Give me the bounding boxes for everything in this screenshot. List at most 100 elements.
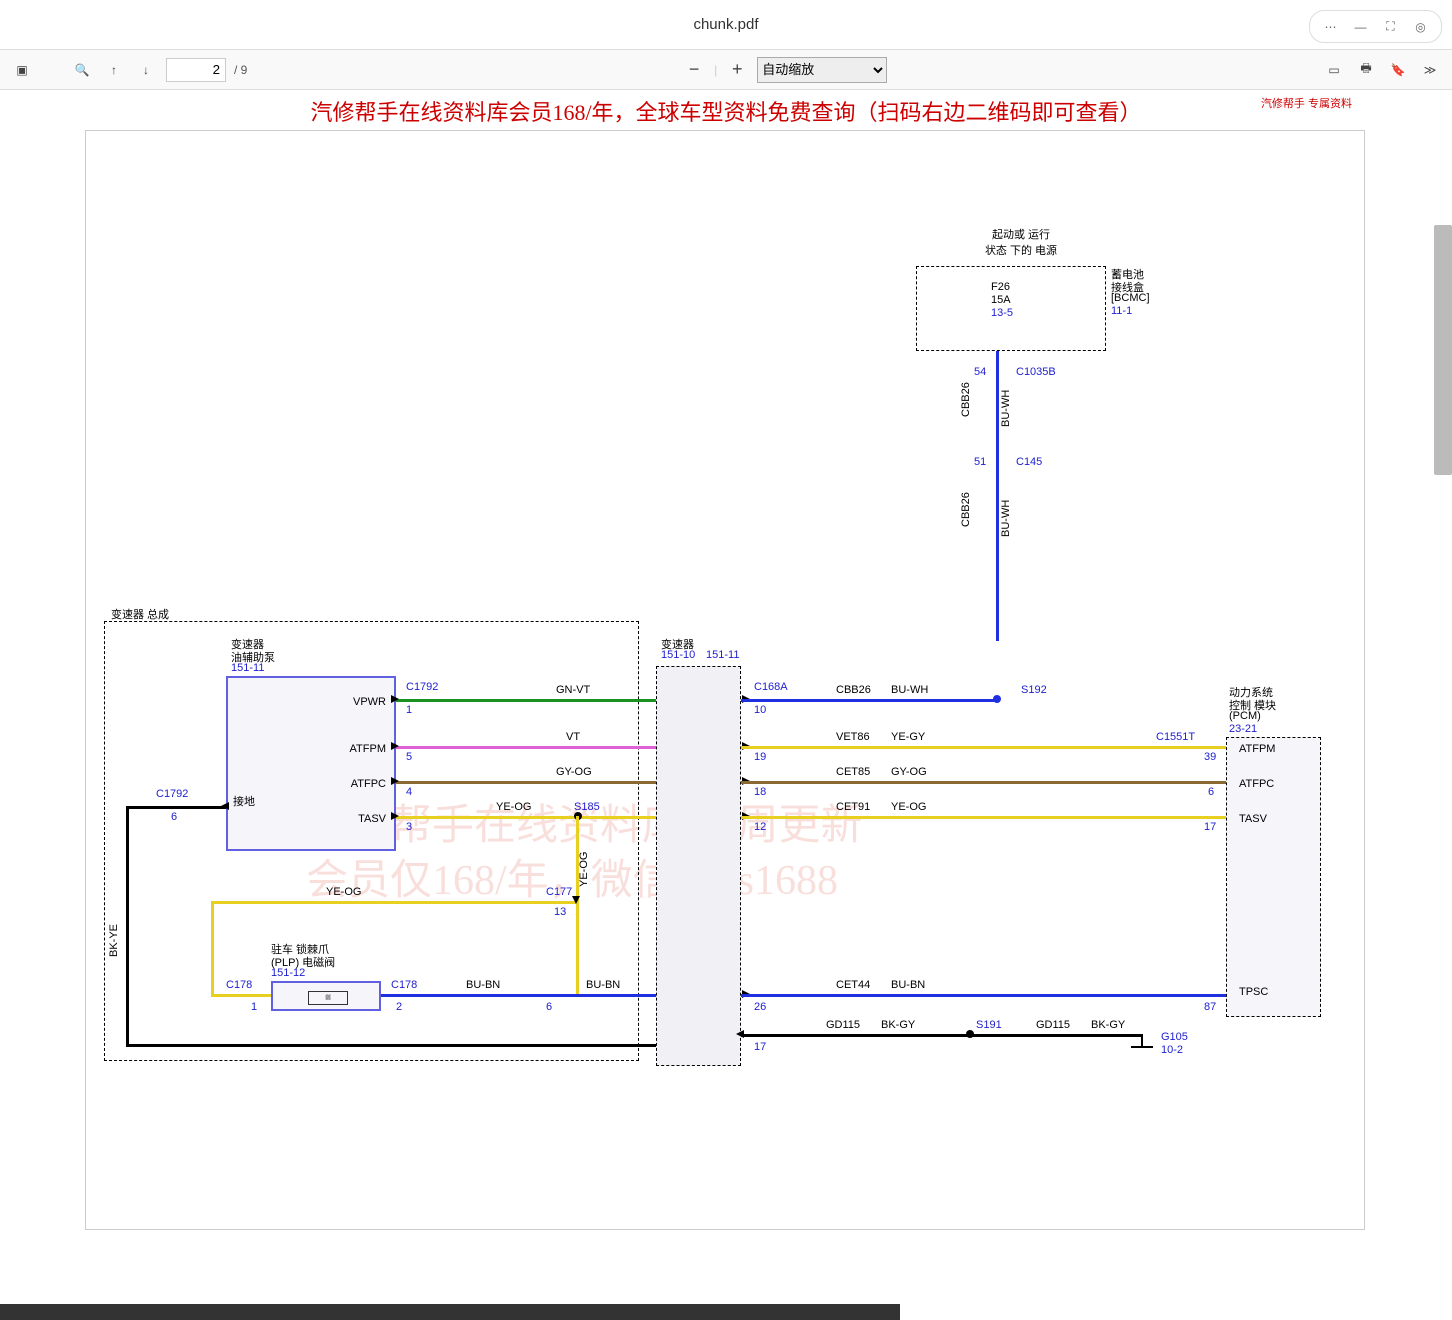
circuit-yeog-h2: YE-OG xyxy=(326,886,361,898)
circuit-yeog-b: YE-OG xyxy=(891,801,926,813)
fuse-id: F26 xyxy=(991,281,1010,293)
circuit-bubn-a: BU-BN xyxy=(466,979,500,991)
pin-6c: 6 xyxy=(171,811,177,823)
presentation-icon[interactable]: ▭ xyxy=(1322,58,1346,82)
zoom-select[interactable]: 自动缩放 xyxy=(757,57,887,83)
pcm-atfpm: ATFPM xyxy=(1239,743,1275,755)
circuit-vet86: VET86 xyxy=(836,731,870,743)
target-icon[interactable]: ◎ xyxy=(1408,14,1433,39)
title-bar: chunk.pdf ⋯ — ⛶ ◎ xyxy=(0,0,1452,50)
conn-s192: S192 xyxy=(1021,684,1047,696)
wire-yeog-h2 xyxy=(211,901,576,904)
conn-c1551t: C1551T xyxy=(1156,731,1195,743)
pin-2: 2 xyxy=(396,1001,402,1013)
wire-yeog-h3 xyxy=(211,994,271,997)
arrow-icon xyxy=(391,742,399,750)
bookmark-icon[interactable]: 🔖 xyxy=(1386,58,1410,82)
window-title: chunk.pdf xyxy=(693,16,758,33)
page-number-input[interactable] xyxy=(166,58,226,82)
pin-13: 13 xyxy=(554,906,566,918)
conn-c177: C177 xyxy=(546,886,572,898)
pin-4: 4 xyxy=(406,786,412,798)
splice-dot xyxy=(993,695,1001,703)
circuit-cbb26: CBB26 xyxy=(960,382,972,417)
wire-gnvt-a xyxy=(396,699,656,702)
minimize-icon[interactable]: — xyxy=(1348,14,1373,39)
circuit-cbb26-h: CBB26 xyxy=(836,684,871,696)
plp-box: ⧛⧛ xyxy=(271,981,381,1011)
pin-5: 5 xyxy=(406,751,412,763)
circuit-buwh-h: BU-WH xyxy=(891,684,928,696)
trans-ref2: 151-11 xyxy=(706,649,739,661)
horizontal-scrollbar[interactable] xyxy=(0,1304,900,1320)
wire-bkye-v xyxy=(126,806,129,1046)
plp-ref: 151-12 xyxy=(271,967,305,979)
promo-banner: 汽修帮手在线资料库会员168/年，全球车型资料免费查询（扫码右边二维码即可查看） xyxy=(0,90,1452,132)
next-page-icon[interactable]: ↓ xyxy=(134,58,158,82)
zoom-in-button[interactable]: + xyxy=(725,59,749,80)
wire-bkye-h xyxy=(126,806,226,809)
wire-yeog-v xyxy=(576,816,579,996)
pin-17b: 17 xyxy=(1204,821,1216,833)
print-icon[interactable]: 🖶 xyxy=(1354,58,1378,82)
pin-6: 6 xyxy=(546,1001,552,1013)
vertical-scrollbar[interactable] xyxy=(1434,225,1452,475)
pin-17: 17 xyxy=(754,1041,766,1053)
splice-dot xyxy=(966,1030,974,1038)
pin-6b: 6 xyxy=(1208,786,1214,798)
arrow-icon xyxy=(391,812,399,820)
window-controls: ⋯ — ⛶ ◎ xyxy=(1309,10,1442,43)
arrow-icon xyxy=(391,695,399,703)
wire-bkgy xyxy=(741,1034,1141,1037)
conn-c1792-b: C1792 xyxy=(156,788,188,800)
tasv-label: TASV xyxy=(336,813,386,825)
circuit-yeog-a: YE-OG xyxy=(496,801,531,813)
pcm-tpsc: TPSC xyxy=(1239,986,1268,998)
zoom-out-button[interactable]: − xyxy=(682,59,706,80)
wire-buwh-h xyxy=(741,699,999,702)
circuit-cet91: CET91 xyxy=(836,801,870,813)
pin-1b: 1 xyxy=(251,1001,257,1013)
wire-bubn-a xyxy=(381,994,656,997)
pin-18: 18 xyxy=(754,786,766,798)
wire-gyog-a xyxy=(396,781,656,784)
wire-yegy xyxy=(741,746,1226,749)
circuit-bkgy-b: BK-GY xyxy=(1091,1019,1125,1031)
conn-c178-a: C178 xyxy=(226,979,252,991)
pcm-atfpc: ATFPC xyxy=(1239,778,1274,790)
prev-page-icon[interactable]: ↑ xyxy=(102,58,126,82)
circuit-buwh-b: BU-WH xyxy=(1000,500,1012,537)
wire-yeog-a xyxy=(396,816,656,819)
circuit-gyog-b: GY-OG xyxy=(891,766,927,778)
fuse-amp: 15A xyxy=(991,294,1011,306)
arrow-icon xyxy=(221,802,229,810)
circuit-yeog-v: YE-OG xyxy=(578,852,590,887)
sidebar-toggle-icon[interactable]: ▣ xyxy=(10,58,34,82)
conn-c168a: C168A xyxy=(754,681,788,693)
pcm-ref: 23-21 xyxy=(1229,723,1257,735)
tools-icon[interactable]: ≫ xyxy=(1418,58,1442,82)
circuit-gyog: GY-OG xyxy=(556,766,592,778)
circuit-gnvt: GN-VT xyxy=(556,684,590,696)
atfpm-label: ATFPM xyxy=(336,743,386,755)
pin-51: 51 xyxy=(974,456,986,468)
pdf-page: 汽修帮手在线资料库,每周更新 会员仅168/年，微信qxbs1688 起动或 运… xyxy=(85,130,1365,1230)
conn-c145: C145 xyxy=(1016,456,1042,468)
trans-box xyxy=(656,666,741,1066)
wiring-diagram: 汽修帮手在线资料库,每周更新 会员仅168/年，微信qxbs1688 起动或 运… xyxy=(96,161,1356,1131)
maximize-icon[interactable]: ⛶ xyxy=(1378,14,1403,39)
pin-26: 26 xyxy=(754,1001,766,1013)
circuit-buwh: BU-WH xyxy=(1000,390,1012,427)
circuit-cet85: CET85 xyxy=(836,766,870,778)
pcm-l3: (PCM) xyxy=(1229,710,1261,722)
circuit-bkye: BK-YE xyxy=(108,924,120,957)
pin-1: 1 xyxy=(406,704,412,716)
search-icon[interactable]: 🔍 xyxy=(70,58,94,82)
circuit-bkgy-a: BK-GY xyxy=(881,1019,915,1031)
conn-c178-b: C178 xyxy=(391,979,417,991)
ground-label: 接地 xyxy=(233,793,255,809)
arrow-icon xyxy=(736,1030,744,1038)
more-icon[interactable]: ⋯ xyxy=(1318,14,1343,39)
wire-yeog-v2 xyxy=(211,901,214,996)
pin-12: 12 xyxy=(754,821,766,833)
